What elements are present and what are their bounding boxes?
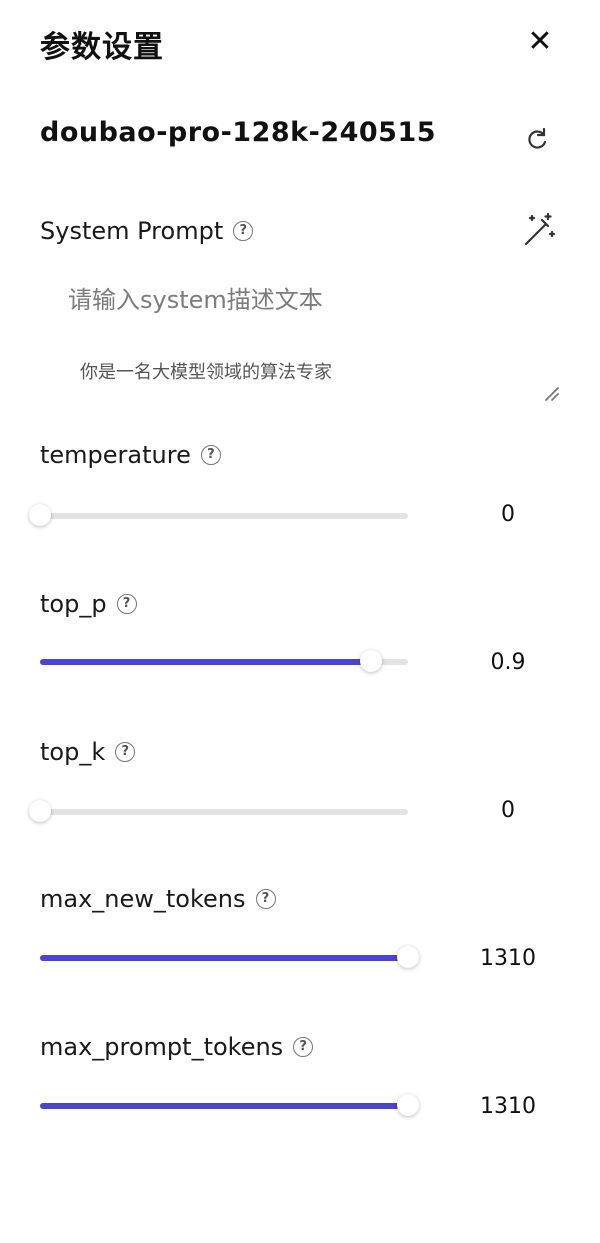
top-k-label: top_k ?	[40, 738, 136, 766]
top-k-slider[interactable]	[29, 800, 408, 822]
top-p-label: top_p ?	[40, 590, 137, 618]
close-icon[interactable]: ✕	[522, 24, 558, 60]
system-prompt-input[interactable]: 你是一名大模型领域的算法专家	[80, 358, 332, 384]
max-new-tokens-value: 1310	[480, 946, 536, 971]
help-icon[interactable]: ?	[116, 594, 137, 614]
max-prompt-tokens-value: 1310	[480, 1094, 536, 1119]
top-k-value: 0	[501, 798, 515, 823]
help-icon[interactable]: ?	[200, 445, 221, 465]
refresh-icon[interactable]	[522, 124, 552, 154]
system-prompt-placeholder: 请输入system描述文本	[68, 286, 323, 314]
top-p-slider[interactable]	[40, 650, 408, 672]
resize-handle-icon[interactable]	[538, 380, 560, 402]
help-icon[interactable]: ?	[115, 742, 136, 762]
temperature-label: temperature ?	[40, 441, 221, 469]
max-new-tokens-slider-thumb[interactable]	[397, 946, 419, 968]
temperature-value: 0	[501, 502, 515, 527]
help-icon[interactable]: ?	[233, 221, 254, 241]
system-prompt-label: System Prompt ?	[40, 217, 254, 245]
top-k-slider-thumb[interactable]	[29, 800, 51, 822]
help-icon[interactable]: ?	[293, 1037, 314, 1057]
max-new-tokens-slider[interactable]	[40, 946, 419, 968]
model-name: doubao-pro-128k-240515	[40, 117, 437, 148]
top-p-value: 0.9	[490, 650, 526, 675]
max-prompt-tokens-slider[interactable]	[40, 1094, 419, 1116]
top-p-slider-fill	[40, 659, 372, 665]
temperature-slider[interactable]	[29, 504, 408, 526]
panel-title: 参数设置	[40, 30, 164, 65]
help-icon[interactable]: ?	[255, 889, 276, 909]
max-prompt-tokens-slider-thumb[interactable]	[397, 1094, 419, 1116]
top-p-slider-thumb[interactable]	[360, 650, 383, 672]
temperature-slider-thumb[interactable]	[29, 504, 51, 526]
max-new-tokens-label: max_new_tokens ?	[40, 885, 276, 913]
magic-wand-icon[interactable]	[518, 210, 558, 250]
max-prompt-tokens-label: max_prompt_tokens ?	[40, 1033, 314, 1061]
max-prompt-tokens-slider-fill	[40, 1103, 408, 1109]
max-new-tokens-slider-fill	[40, 955, 408, 961]
